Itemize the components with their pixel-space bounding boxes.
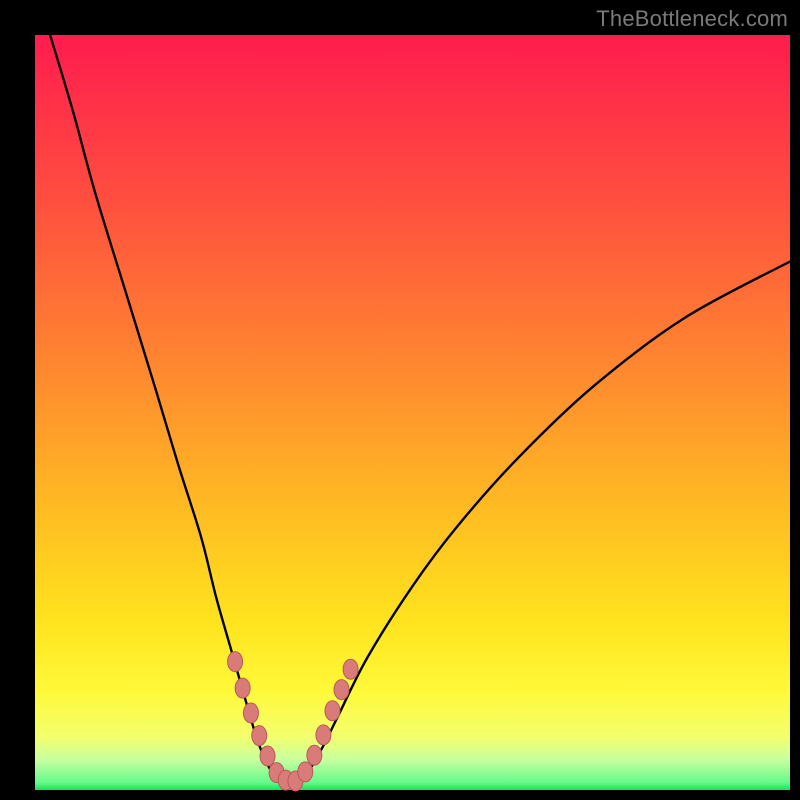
chart-stage: TheBottleneck.com [0,0,800,800]
curve-layer [35,35,790,790]
highlight-dot [343,659,358,679]
highlight-dot [260,746,275,766]
highlight-dot [298,762,313,782]
highlight-dot [307,745,322,765]
highlight-dot [325,701,340,721]
highlight-dot [235,678,250,698]
highlight-dot [252,726,267,746]
highlight-dots [228,652,359,791]
highlight-dot [334,680,349,700]
bottleneck-curve [50,35,790,783]
plot-area [35,35,790,790]
highlight-dot [228,652,243,672]
watermark-text: TheBottleneck.com [596,6,788,32]
highlight-dot [316,725,331,745]
highlight-dot [243,703,258,723]
